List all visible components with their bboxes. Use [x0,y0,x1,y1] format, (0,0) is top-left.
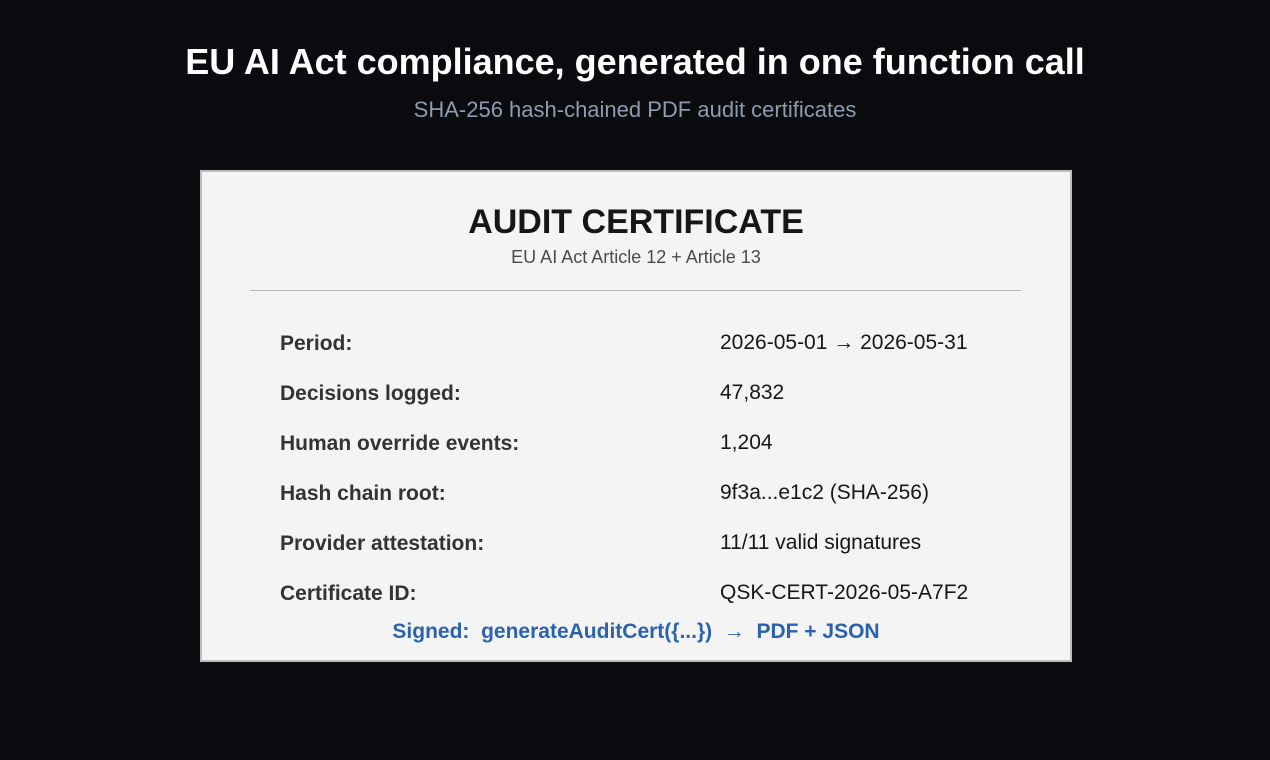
field-label: Provider attestation: [280,532,485,555]
field-label: Human override events: [280,432,520,455]
page-title: EU AI Act compliance, generated in one f… [185,41,1085,82]
field-value: 9f3a...e1c2 (SHA-256) [720,481,929,504]
field-row-provider-attestation: Provider attestation: 11/11 valid signat… [280,529,1040,579]
field-value: 47,832 [720,381,785,404]
certificate-subtitle: EU AI Act Article 12 + Article 13 [511,247,761,267]
field-row-human-override-events: Human override events: 1,204 [280,429,1040,479]
field-row-period: Period: 2026-05-01 → 2026-05-31 [280,329,1040,379]
page: EU AI Act compliance, generated in one f… [0,0,1270,760]
field-label: Period: [280,332,353,355]
field-value: QSK-CERT-2026-05-A7F2 [720,581,969,604]
certificate-fields: Period: 2026-05-01 → 2026-05-31 Decision… [280,329,1040,629]
field-value: 2026-05-01 → 2026-05-31 [720,331,968,354]
field-value: 1,204 [720,431,773,454]
signed-line: Signed: generateAuditCert({...}) → PDF +… [392,620,880,643]
audit-certificate-card: AUDIT CERTIFICATE EU AI Act Article 12 +… [200,170,1072,662]
field-value: 11/11 valid signatures [720,531,922,554]
field-row-decisions-logged: Decisions logged: 47,832 [280,379,1040,429]
field-label: Certificate ID: [280,582,417,605]
field-label: Decisions logged: [280,382,461,405]
field-label: Hash chain root: [280,482,446,505]
certificate-title: AUDIT CERTIFICATE [468,203,804,241]
page-subtitle: SHA-256 hash-chained PDF audit certifica… [413,97,857,122]
certificate-divider [250,290,1021,291]
field-row-hash-chain-root: Hash chain root: 9f3a...e1c2 (SHA-256) [280,479,1040,529]
